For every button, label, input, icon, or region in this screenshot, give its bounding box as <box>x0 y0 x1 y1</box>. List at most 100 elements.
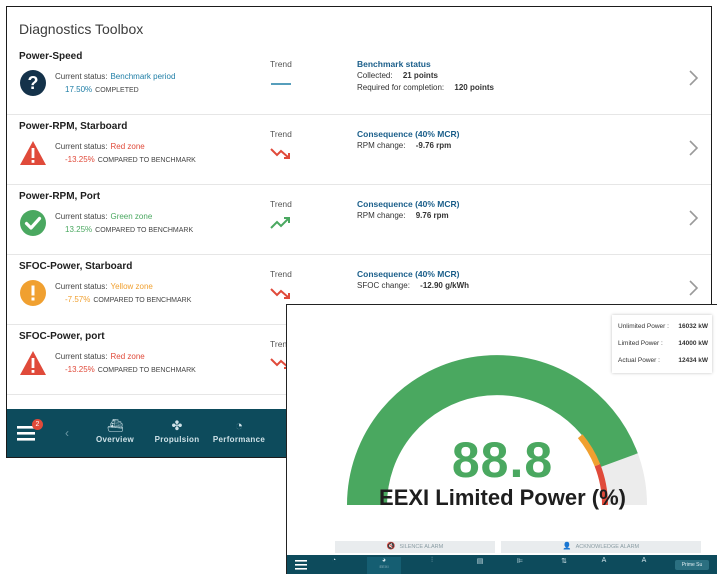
row-title: Power-Speed <box>19 51 83 62</box>
nav-item-label: EEXI <box>379 564 389 569</box>
list-icon: ▤ <box>476 558 484 565</box>
status-percent: -13.25% <box>65 155 95 164</box>
power-value: 14000 kW <box>678 340 708 347</box>
text-icon: A <box>601 557 607 564</box>
status-prefix: Current status: <box>55 142 108 151</box>
consequence-label: Required for completion: <box>357 83 445 92</box>
nav-item-label: Performance <box>212 435 266 444</box>
trend-up-icon <box>270 217 290 229</box>
vessel-chip[interactable]: Prime Su <box>675 560 709 570</box>
eexi-window: Unlimited Power : 16032 kW Limited Power… <box>286 304 717 574</box>
diagnostic-row[interactable]: Power-RPM, Starboard Current status: Red … <box>7 115 711 185</box>
gauge-label: EEXI Limited Power (%) <box>379 485 626 510</box>
acknowledge-alarm-button[interactable]: 👤 ACKNOWLEDGE ALARM <box>501 541 701 553</box>
status-percent: -13.25% <box>65 365 95 374</box>
ship-icon: ⛴ <box>106 418 124 433</box>
eexi-nav-item[interactable]: ⊫ <box>503 557 537 565</box>
nav-item-propulsion[interactable]: ✤ Propulsion <box>147 417 207 444</box>
bar-icon: ⊫ <box>516 558 524 565</box>
status-block: Current status: Yellow zone -7.57% COMPARE… <box>55 280 191 307</box>
user-check-icon: 👤 <box>562 543 572 550</box>
trend-label: Trend <box>270 269 292 279</box>
eexi-nav-item[interactable]: A <box>587 557 621 564</box>
status-prefix: Current status: <box>55 282 108 291</box>
status-percent: -7.57% <box>65 295 91 304</box>
eexi-nav-item[interactable]: ▤ <box>463 557 497 565</box>
status-block: Current status: Red zone -13.25% COMPARED … <box>55 140 196 167</box>
nav-item-label: Propulsion <box>154 435 200 444</box>
consequence-line: RPM change: 9.76 rpm <box>357 211 449 220</box>
status-value: Green zone <box>110 212 153 221</box>
status-block: Current status: Benchmark period 17.50% CO… <box>55 70 175 97</box>
check-circle-icon <box>20 210 46 236</box>
eexi-nav-item[interactable]: ⇅ <box>547 557 581 565</box>
menu-icon[interactable] <box>295 560 307 570</box>
eexi-bottom-navigation: ◔ ◕ EEXI ⫶ ▤ ⊫ ⇅ A A Prime Su <box>287 555 717 574</box>
consequence-label: RPM change: <box>357 141 406 150</box>
nav-item-label: Overview <box>96 435 134 444</box>
power-value: 12434 kW <box>678 357 708 364</box>
question-circle-icon: ? <box>20 70 46 96</box>
chevron-right-icon[interactable] <box>687 137 699 159</box>
status-block: Current status: Green zone 13.25% COMPARED… <box>55 210 193 237</box>
nav-left-arrow-icon[interactable]: ‹ <box>65 426 69 440</box>
eexi-nav-item-active[interactable]: ◕ EEXI <box>367 557 401 574</box>
consequence-title: Benchmark status <box>357 59 431 69</box>
chart-icon: ⫶ <box>431 557 433 564</box>
chevron-right-icon[interactable] <box>687 277 699 299</box>
row-title: Power-RPM, Port <box>19 191 101 202</box>
consequence-value: -12.90 g/kWh <box>420 281 470 290</box>
consequence-title: Consequence (40% MCR) <box>357 269 460 279</box>
trend-down-icon <box>270 288 290 299</box>
consequence-value: 9.76 rpm <box>415 211 449 220</box>
exclamation-circle-icon <box>20 280 46 306</box>
consequence-label: RPM change: <box>357 211 406 220</box>
power-label: Unlimited Power : <box>618 323 669 330</box>
sort-icon: ⇅ <box>561 558 567 565</box>
acknowledge-alarm-label: ACKNOWLEDGE ALARM <box>575 544 640 550</box>
consequence-value: 21 points <box>402 71 438 80</box>
warning-triangle-icon <box>20 141 46 165</box>
nav-item-performance[interactable]: ◔ Performance <box>209 417 269 444</box>
power-value: 16032 kW <box>678 323 708 330</box>
consequence-title: Consequence (40% MCR) <box>357 199 460 209</box>
trend-label: Trend <box>270 129 292 139</box>
chevron-right-icon[interactable] <box>687 207 699 229</box>
speaker-mute-icon: 🔇 <box>386 543 396 550</box>
status-prefix: Current status: <box>55 352 108 361</box>
trend-label: Trend <box>270 59 292 69</box>
status-block: Current status: Red zone -13.25% COMPARED … <box>55 350 196 377</box>
chevron-right-icon[interactable] <box>687 67 699 89</box>
status-percent: 13.25% <box>65 225 93 234</box>
speedometer-icon: ◔ <box>235 418 243 433</box>
warning-triangle-icon <box>20 351 46 375</box>
status-percent-suffix: COMPARED TO BENCHMARK <box>93 297 192 304</box>
text-icon: A <box>641 557 647 564</box>
status-value: Red zone <box>110 352 145 361</box>
speedometer-icon: ◕ <box>381 557 387 564</box>
status-percent-suffix: COMPARED TO BENCHMARK <box>97 367 196 374</box>
eexi-nav-item[interactable]: ◔ <box>317 557 351 564</box>
consequence-value: -9.76 rpm <box>415 141 452 150</box>
svg-text:?: ? <box>28 73 39 93</box>
consequence-label: Collected: <box>357 71 393 80</box>
trend-down-icon <box>270 148 290 159</box>
eexi-nav-item[interactable]: A <box>627 557 661 564</box>
nav-item-overview[interactable]: ⛴ Overview <box>85 417 145 444</box>
eexi-nav-item[interactable]: ⫶ <box>415 557 449 565</box>
status-percent: 17.50% <box>65 85 93 94</box>
consequence-label: SFOC change: <box>357 281 410 290</box>
consequence-title: Consequence (40% MCR) <box>357 129 460 139</box>
consequence-line: Collected: 21 points <box>357 71 438 80</box>
status-percent-suffix: COMPARED TO BENCHMARK <box>97 157 196 164</box>
consequence-line: RPM change: -9.76 rpm <box>357 141 451 150</box>
app-title: Diagnostics Toolbox <box>19 21 144 37</box>
diagnostic-row[interactable]: Power-Speed ? Current status: Benchmark p… <box>7 45 711 115</box>
gauge-value: 88.8 <box>451 432 554 488</box>
status-percent-suffix: COMPARED TO BENCHMARK <box>95 227 194 234</box>
row-title: SFOC-Power, port <box>19 331 105 342</box>
diagnostic-row[interactable]: Power-RPM, Port Current status: Green zon… <box>7 185 711 255</box>
consequence-line: SFOC change: -12.90 g/kWh <box>357 281 469 290</box>
consequence-value: 120 points <box>454 83 494 92</box>
silence-alarm-button[interactable]: 🔇 SILENCE ALARM <box>335 541 495 553</box>
